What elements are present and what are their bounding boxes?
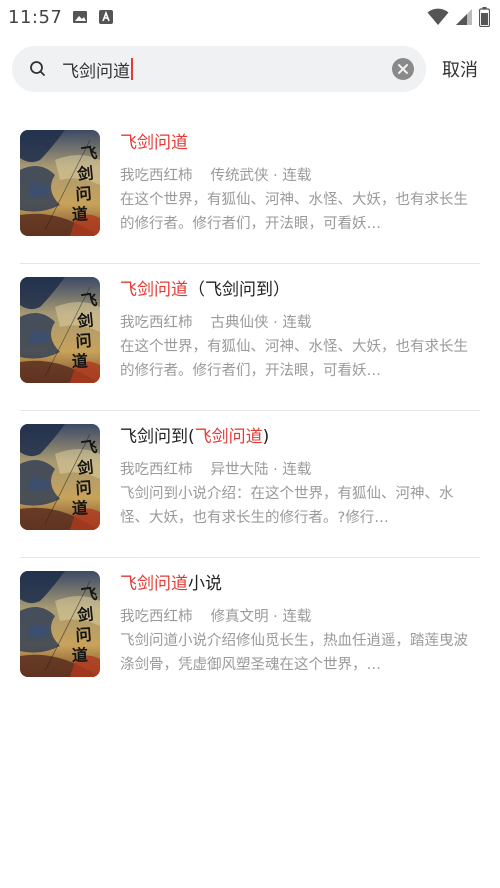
category: 传统武侠 · 连载 bbox=[210, 168, 312, 184]
notification-a-icon bbox=[99, 10, 114, 24]
battery-icon bbox=[479, 7, 490, 27]
author: 我吃西红柿 bbox=[120, 168, 193, 184]
title-highlight: 飞剑问道 bbox=[194, 427, 263, 447]
list-item[interactable]: 飞剑问道（飞剑问到） 我吃西红柿 古典仙侠 · 连载 在这个世界，有狐仙、河神、水… bbox=[0, 263, 500, 410]
status-bar: 11:57 bbox=[0, 0, 500, 34]
search-results-list: 飞剑问道 我吃西红柿 传统武侠 · 连载 在这个世界，有狐仙、河神、水怪、大妖，也… bbox=[0, 116, 500, 704]
result-description: 飞剑问道小说介绍修仙觅长生，热血任逍遥，踏莲曳波涤剑骨，凭虚御风塑圣魂在这个世界… bbox=[120, 633, 468, 673]
category: 修真文明 · 连载 bbox=[210, 609, 312, 625]
search-bar: 飞剑问道 取消 bbox=[0, 34, 500, 92]
search-query-field[interactable]: 飞剑问道 bbox=[62, 57, 392, 82]
result-meta: 我吃西红柿 古典仙侠 · 连载 bbox=[120, 313, 480, 333]
list-item[interactable]: 飞剑问道 我吃西红柿 传统武侠 · 连载 在这个世界，有狐仙、河神、水怪、大妖，也… bbox=[0, 116, 500, 263]
category: 异世大陆 · 连载 bbox=[210, 462, 312, 478]
result-title: 飞剑问到(飞剑问道) bbox=[120, 424, 480, 450]
cancel-button[interactable]: 取消 bbox=[432, 56, 488, 82]
author: 我吃西红柿 bbox=[120, 462, 193, 478]
author: 我吃西红柿 bbox=[120, 609, 193, 625]
result-meta: 我吃西红柿 修真文明 · 连载 bbox=[120, 607, 480, 627]
title-suffix: 小说 bbox=[188, 574, 222, 594]
title-suffix: ) bbox=[262, 427, 270, 447]
search-icon bbox=[30, 61, 45, 76]
clear-icon[interactable] bbox=[392, 58, 414, 80]
title-highlight: 飞剑问道 bbox=[120, 280, 188, 300]
result-title: 飞剑问道小说 bbox=[120, 571, 480, 597]
result-title: 飞剑问道（飞剑问到） bbox=[120, 277, 480, 303]
category: 古典仙侠 · 连载 bbox=[210, 315, 312, 331]
result-meta: 我吃西红柿 异世大陆 · 连载 bbox=[120, 460, 480, 480]
list-item[interactable]: 飞剑问到(飞剑问道) 我吃西红柿 异世大陆 · 连载 飞剑问到小说介绍：在这个世界… bbox=[0, 410, 500, 557]
search-input[interactable]: 飞剑问道 bbox=[12, 46, 426, 92]
author: 我吃西红柿 bbox=[120, 315, 193, 331]
result-meta: 我吃西红柿 传统武侠 · 连载 bbox=[120, 166, 480, 186]
title-suffix: （飞剑问到） bbox=[188, 280, 290, 300]
result-description: 在这个世界，有狐仙、河神、水怪、大妖，也有求长生的修行者。修行者们，开法眼，可看… bbox=[120, 339, 468, 379]
image-icon bbox=[73, 11, 88, 23]
title-highlight: 飞剑问道 bbox=[120, 574, 188, 594]
text-cursor bbox=[131, 58, 133, 80]
result-description: 在这个世界，有狐仙、河神、水怪、大妖，也有求长生的修行者。修行者们，开法眼，可看… bbox=[120, 192, 468, 232]
search-query-text: 飞剑问道 bbox=[62, 61, 130, 82]
title-highlight: 飞剑问道 bbox=[120, 133, 188, 153]
list-item[interactable]: 飞剑问道小说 我吃西红柿 修真文明 · 连载 飞剑问道小说介绍修仙觅长生，热血任逍… bbox=[0, 557, 500, 704]
book-cover-image bbox=[20, 277, 100, 383]
book-cover-image bbox=[20, 130, 100, 236]
title-prefix: 飞剑问到( bbox=[120, 427, 195, 447]
result-description: 飞剑问到小说介绍：在这个世界，有狐仙、河神、水怪、大妖，也有求长生的修行者。?修… bbox=[120, 486, 454, 526]
status-time: 11:57 bbox=[8, 6, 63, 28]
signal-icon bbox=[456, 9, 472, 25]
result-title: 飞剑问道 bbox=[120, 130, 480, 156]
book-cover-image bbox=[20, 571, 100, 677]
book-cover-image bbox=[20, 424, 100, 530]
wifi-icon bbox=[427, 8, 449, 25]
